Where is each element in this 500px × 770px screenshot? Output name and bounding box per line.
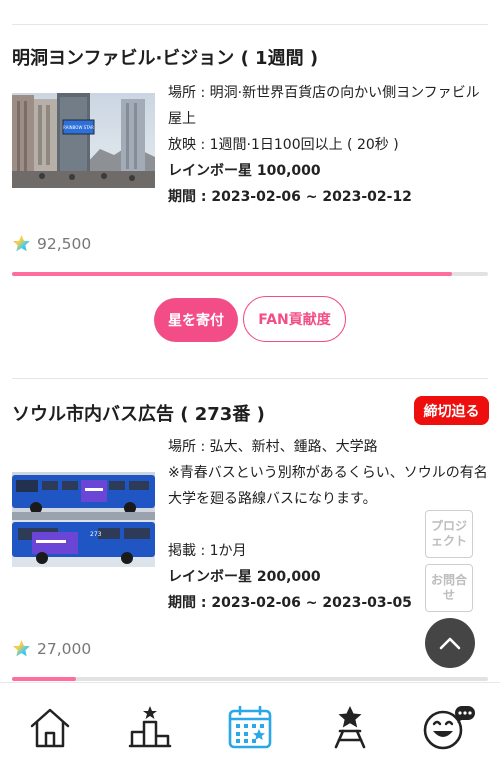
bus-thumbnail[interactable]: 273 (12, 472, 155, 567)
item-period: 期間 : 2023-02-06 ~ 2023-03-05 (168, 595, 412, 611)
nav-ranking[interactable] (120, 697, 180, 757)
bottom-navigation (0, 682, 500, 770)
item-divider (12, 378, 488, 379)
star-count: 92,500 (12, 234, 91, 253)
item-goal: レインボー星 100,000 (168, 163, 321, 179)
top-divider (12, 24, 488, 25)
bus-photo: 273 (12, 472, 155, 567)
rainbow-star-icon (13, 235, 30, 252)
bus-number-label: 273 (90, 531, 102, 538)
item-location: 場所 : 弘大、新村、鍾路、大学路 (168, 439, 378, 455)
star-tower-icon (334, 706, 366, 749)
progress-bar (12, 677, 488, 681)
fan-contribution-button[interactable]: FAN貢献度 (243, 296, 346, 342)
nav-home[interactable] (20, 697, 80, 757)
star-count-value: 92,500 (37, 234, 92, 253)
billboard-screen-text: RAINBOW STAR (63, 125, 94, 130)
project-button[interactable]: プロジェクト (425, 510, 473, 558)
item-goal: レインボー星 200,000 (168, 569, 321, 585)
item-title[interactable]: ソウル市内バス広告 ( 273番 ) (12, 400, 265, 426)
chevron-up-icon (439, 637, 461, 650)
star-count: 27,000 (12, 639, 91, 658)
item-period: 期間 : 2023-02-06 ~ 2023-02-12 (168, 189, 412, 205)
progress-fill (12, 677, 77, 681)
calendar-icon (228, 705, 272, 749)
deadline-badge: 締切迫る (414, 396, 489, 425)
scroll-to-top-button[interactable] (425, 618, 475, 668)
nav-chat[interactable] (418, 697, 478, 757)
nav-star-tower[interactable] (320, 697, 380, 757)
billboard-thumbnail[interactable]: RAINBOW STAR (12, 93, 155, 188)
progress-fill (12, 272, 453, 276)
item-title[interactable]: 明洞ヨンファビル·ビジョン ( 1週間 ) (12, 44, 318, 70)
donate-stars-button[interactable]: 星を寄付 (154, 298, 238, 342)
ranking-icon (128, 706, 172, 748)
progress-bar (12, 272, 488, 276)
nav-calendar[interactable] (220, 697, 280, 757)
billboard-photo: RAINBOW STAR (12, 93, 155, 188)
item-info: 場所 : 明洞·新世界百貨店の向かい側ヨンファビル屋上 放映 : 1週間·1日1… (168, 80, 488, 210)
star-count-value: 27,000 (37, 639, 92, 658)
contact-button[interactable]: お問合せ (425, 564, 473, 612)
rainbow-star-icon (13, 640, 30, 657)
chat-smiley-icon (423, 706, 475, 750)
item-schedule: 放映 : 1週間·1日100回以上 ( 20秒 ) (168, 137, 399, 153)
home-icon (30, 708, 70, 748)
item-location: 場所 : 明洞·新世界百貨店の向かい側ヨンファビル屋上 (168, 85, 480, 127)
item-note: ※青春バスという別称があるくらい、ソウルの有名大学を廻る路線バスになります。 (168, 465, 488, 507)
